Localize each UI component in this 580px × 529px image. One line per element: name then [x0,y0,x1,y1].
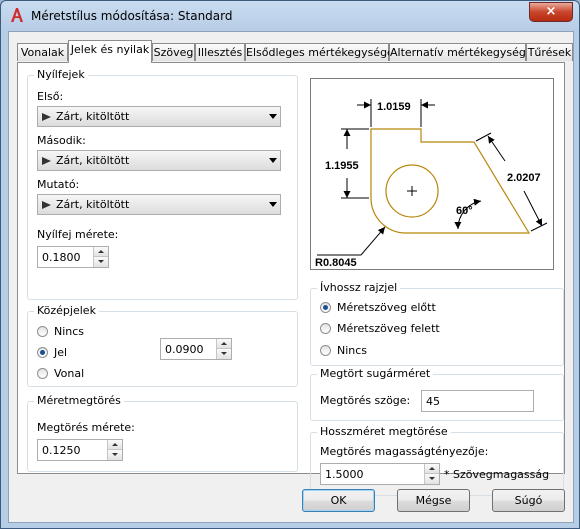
preview-dim-left: 1.1955 [325,160,359,172]
arc-none-label: Nincs [337,344,368,357]
spin-up-button[interactable] [107,440,122,450]
tab-fit[interactable]: Illesztés [195,43,245,61]
break-size-spinner[interactable]: 0.1250 [37,439,123,461]
arrow-size-label: Nyílfej mérete: [37,228,119,241]
tab-primary-units[interactable]: Elsődleges mértékegységek [245,43,400,61]
linear-jog-group-title: Hosszméret megtörése [317,425,451,438]
jog-radius-group-title: Megtört sugárméret [317,367,434,380]
spin-up-button[interactable] [93,247,108,257]
first-arrow-label: Első: [37,90,64,103]
break-size-label: Megtörés mérete: [37,421,135,434]
second-arrow-select[interactable]: Zárt, kitöltött [37,150,281,171]
radio-circle [320,345,331,356]
spin-up-button[interactable] [424,464,439,474]
tab-tolerances[interactable]: Tűrések [526,43,573,61]
ok-button[interactable]: OK [302,489,375,512]
leader-arrow-select[interactable]: Zárt, kitöltött [37,194,281,215]
center-mark-size-value: 0.0900 [165,343,204,356]
radio-circle-selected [320,302,331,313]
jog-angle-value: 45 [426,395,440,408]
jog-angle-input[interactable]: 45 [421,390,534,412]
break-size-value: 0.1250 [42,444,81,457]
arc-length-group: Ívhossz rajzjel Méretszöveg előtt Mérets… [310,281,564,366]
closed-filled-arrow-icon [42,157,51,165]
chevron-down-icon [269,114,277,119]
preview-dim-right: 2.0207 [507,172,541,184]
tab-text[interactable]: Szöveg [152,43,195,61]
text-height-suffix: * Szövegmagasság [444,468,550,481]
arc-before-text-label: Méretszöveg előtt [337,301,436,314]
arrow-size-spinner[interactable]: 0.1800 [37,246,109,268]
spin-down-button[interactable] [93,257,108,267]
jog-height-label: Megtörés magasságtényezője: [320,445,489,458]
spin-down-button[interactable] [216,349,231,359]
closed-filled-arrow-icon [42,113,51,121]
chevron-down-icon [269,158,277,163]
radio-circle-selected [37,347,48,358]
center-mark-none-label: Nincs [54,325,85,338]
close-button[interactable]: × [529,2,573,22]
help-button[interactable]: Súgó [492,489,565,512]
center-mark-mark-label: Jel [54,346,68,359]
center-mark-size-spinner[interactable]: 0.0900 [160,338,232,360]
cancel-button[interactable]: Mégse [397,489,470,512]
first-arrow-select[interactable]: Zárt, kitöltött [37,106,281,127]
spin-down-button[interactable] [107,450,122,460]
preview-dim-top: 1.0159 [377,101,411,113]
tab-symbols-arrows[interactable]: Jelek és nyilak [68,40,152,63]
arc-above-text-label: Méretszöveg felett [337,322,440,335]
leader-arrow-label: Mutató: [37,178,80,191]
dialog-body: Vonalak Jelek és nyilak Szöveg Illesztés… [8,31,574,523]
jog-height-value: 1.5000 [325,468,364,481]
arrowheads-group: Nyílfejek Első: Zárt, kitöltött Második:… [27,68,298,300]
linear-jog-group: Hosszméret megtörése Megtörés magasságté… [310,425,564,496]
title-bar[interactable]: Méretstílus módosítása: Standard × [1,1,579,31]
preview-angle: 60° [456,205,473,217]
center-marks-group: Középjelek Nincs Jel Vonal 0.0900 [27,304,298,387]
arc-length-group-title: Ívhossz rajzjel [317,281,401,294]
second-arrow-label: Második: [37,134,86,147]
radio-circle [37,326,48,337]
autocad-app-icon [11,8,23,22]
radio-circle [37,368,48,379]
jog-height-spinner[interactable]: 1.5000 [320,463,440,485]
preview-shape [370,128,531,234]
dimension-preview: 1.0159 1.1955 2.0207 60° R0.8045 [310,78,554,270]
dim-break-group-title: Méretmegtörés [34,394,124,407]
radio-circle [320,323,331,334]
closed-filled-arrow-icon [42,201,51,209]
jog-radius-group: Megtört sugárméret Megtörés szöge: 45 [310,367,564,421]
spin-up-button[interactable] [216,339,231,349]
arrow-size-value: 0.1800 [42,251,81,264]
arrowheads-group-title: Nyílfejek [34,68,88,81]
second-arrow-value: Zárt, kitöltött [56,154,130,167]
chevron-down-icon [269,202,277,207]
preview-radius: R0.8045 [315,257,357,269]
spin-down-button[interactable] [424,474,439,484]
leader-arrow-value: Zárt, kitöltött [56,198,130,211]
window-title: Méretstílus módosítása: Standard [31,9,233,23]
jog-angle-label: Megtörés szöge: [320,394,411,407]
first-arrow-value: Zárt, kitöltött [56,110,130,123]
center-marks-group-title: Középjelek [34,304,99,317]
dialog-window: Méretstílus módosítása: Standard × Vonal… [0,0,580,529]
tab-lines[interactable]: Vonalak [17,43,68,61]
preview-drawing: 1.0159 1.1955 2.0207 60° R0.8045 [315,99,548,269]
center-mark-line-label: Vonal [54,367,85,380]
dim-break-group: Méretmegtörés Megtörés mérete: 0.1250 [27,394,298,472]
tab-alternate-units[interactable]: Alternatív mértékegységek [389,43,539,61]
tab-panel: Nyílfejek Első: Zárt, kitöltött Második:… [17,62,565,496]
